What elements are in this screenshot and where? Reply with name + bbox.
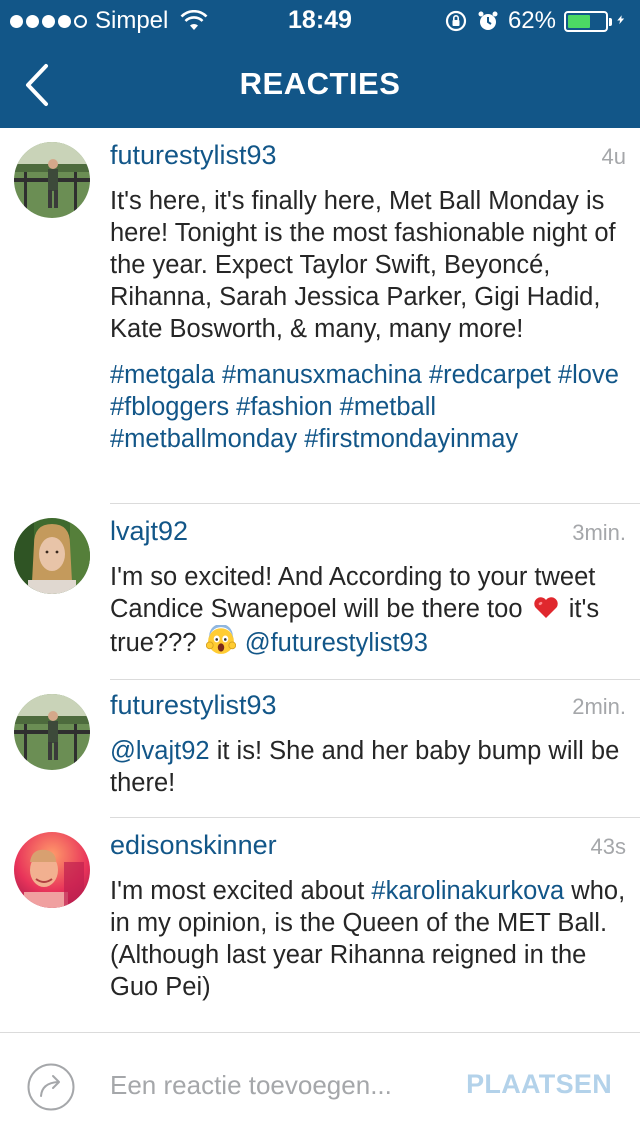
- comment-text-part: I'm so excited! And According to your tw…: [110, 563, 596, 623]
- comment-item: futurestylist93 4u It's here, it's final…: [0, 128, 640, 504]
- comment-text: I'm so excited! And According to your tw…: [110, 561, 626, 659]
- hashtag-link[interactable]: #karolinakurkova: [371, 877, 564, 905]
- comment-username[interactable]: lvajt92: [110, 516, 188, 547]
- alarm-icon: [478, 11, 498, 30]
- comment-username[interactable]: futurestylist93: [110, 690, 277, 721]
- status-right: 62%: [444, 7, 630, 35]
- comment-username[interactable]: futurestylist93: [110, 140, 277, 171]
- post-button[interactable]: PLAATSEN: [466, 1069, 612, 1100]
- comment-text-part: I'm most excited about: [110, 877, 365, 905]
- battery-percent: 62%: [507, 7, 556, 34]
- face-screaming-in-fear-icon: [205, 625, 236, 654]
- comment-input[interactable]: [110, 1065, 440, 1105]
- avatar[interactable]: [14, 518, 90, 594]
- avatar-image-icon: [14, 694, 90, 770]
- page-title: REACTIES: [239, 66, 401, 101]
- comment-timestamp: 2min.: [572, 694, 626, 719]
- comment-text: It's here, it's finally here, Met Ball M…: [110, 187, 616, 343]
- comment-timestamp: 3min.: [572, 520, 626, 545]
- comment-username[interactable]: edisonskinner: [110, 830, 277, 861]
- avatar[interactable]: [14, 694, 90, 770]
- charging-bolt-icon: [617, 15, 625, 25]
- share-arrow-icon[interactable]: [26, 1062, 76, 1112]
- header-bar: Simpel 18:49 62% REACTIES: [0, 0, 640, 128]
- comments-list[interactable]: futurestylist93 4u It's here, it's final…: [0, 128, 640, 1032]
- comment-hashtags[interactable]: #metgala #manusxmachina #redcarpet #love…: [110, 359, 626, 455]
- mention-link[interactable]: @futurestylist93: [245, 629, 428, 657]
- red-heart-icon: [533, 597, 558, 618]
- comment-text: I'm most excited about #karolinakurkova …: [110, 875, 626, 1003]
- comment-item: lvajt92 3min. I'm so excited! And Accord…: [0, 504, 640, 680]
- comment-timestamp: 43s: [590, 834, 626, 859]
- comment-composer: PLAATSEN: [0, 1032, 640, 1136]
- comment-item: edisonskinner 43s I'm most excited about…: [0, 818, 640, 1032]
- battery-icon: [564, 10, 612, 32]
- avatar-image-icon: [14, 142, 90, 218]
- avatar[interactable]: [14, 142, 90, 218]
- avatar-image-icon: [14, 518, 90, 594]
- status-bar: Simpel 18:49 62%: [0, 0, 640, 40]
- avatar[interactable]: [14, 832, 90, 908]
- rotation-lock-icon: [445, 10, 467, 32]
- mention-link[interactable]: @lvajt92: [110, 737, 210, 765]
- comment-item: futurestylist93 2min. @lvajt92 it is! Sh…: [0, 680, 640, 818]
- avatar-image-icon: [14, 832, 90, 908]
- comment-timestamp: 4u: [601, 144, 626, 169]
- comment-text: @lvajt92 it is! She and her baby bump wi…: [110, 735, 626, 799]
